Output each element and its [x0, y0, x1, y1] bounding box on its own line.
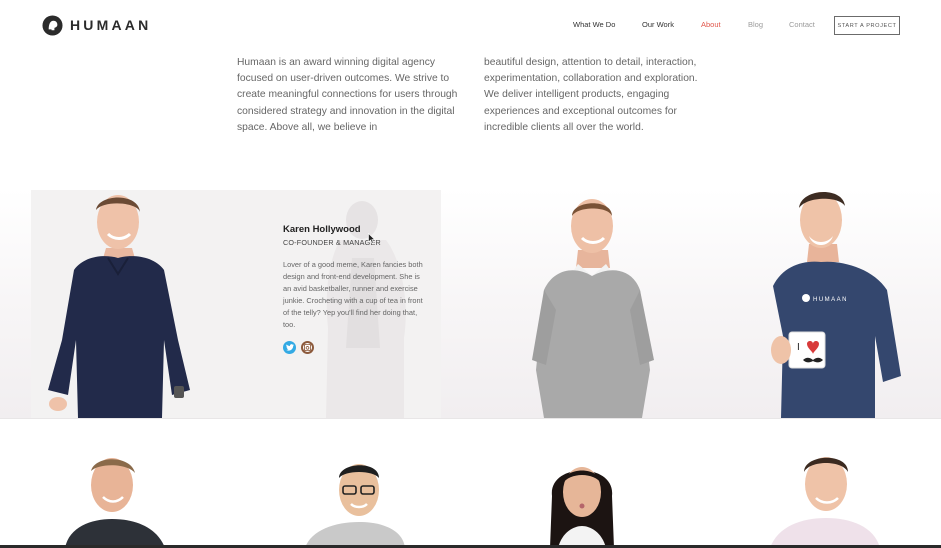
- team-photo-grey-sweater[interactable]: [522, 190, 662, 418]
- twitter-icon: [285, 344, 294, 351]
- nav-blog[interactable]: Blog: [748, 19, 763, 31]
- site-header: HUMAAN What We Do Our Work About Blog Co…: [0, 0, 941, 50]
- nav-contact[interactable]: Contact: [789, 19, 815, 31]
- svg-text:I: I: [797, 342, 800, 353]
- intro-paragraph-right: beautiful design, attention to detail, i…: [484, 57, 698, 133]
- mouse-cursor-icon: [368, 233, 376, 244]
- team-photo-navy-shirt[interactable]: [44, 190, 194, 418]
- team-photo-bottom-3[interactable]: [532, 456, 632, 548]
- team-photo-blue-tee-mug[interactable]: HUMAAN I: [763, 186, 908, 418]
- team-photo-bottom-4[interactable]: [770, 452, 880, 548]
- twitter-link[interactable]: [283, 341, 296, 354]
- start-project-button[interactable]: START A PROJECT: [834, 16, 900, 35]
- shirt-logo-text: HUMAAN: [813, 297, 848, 303]
- team-member-bio: Lover of a good meme, Karen fancies both…: [283, 260, 423, 330]
- shirt-logo-icon: [802, 294, 810, 302]
- team-member-role: CO-FOUNDER & MANAGER: [283, 238, 381, 247]
- nav-what-we-do[interactable]: What We Do: [573, 19, 615, 31]
- team-photo-bottom-2[interactable]: [305, 460, 405, 548]
- team-member-name: Karen Hollywood: [283, 224, 361, 235]
- nav-about[interactable]: About: [701, 19, 721, 31]
- camera-icon: [304, 344, 311, 351]
- team-photo-bottom-1[interactable]: [65, 455, 175, 548]
- section-divider: [0, 418, 941, 419]
- nav-our-work[interactable]: Our Work: [642, 19, 674, 31]
- intro-paragraph-left: Humaan is an award winning digital agenc…: [237, 57, 458, 133]
- main-nav: What We Do Our Work About Blog Contact: [0, 0, 941, 50]
- instagram-link[interactable]: [301, 341, 314, 354]
